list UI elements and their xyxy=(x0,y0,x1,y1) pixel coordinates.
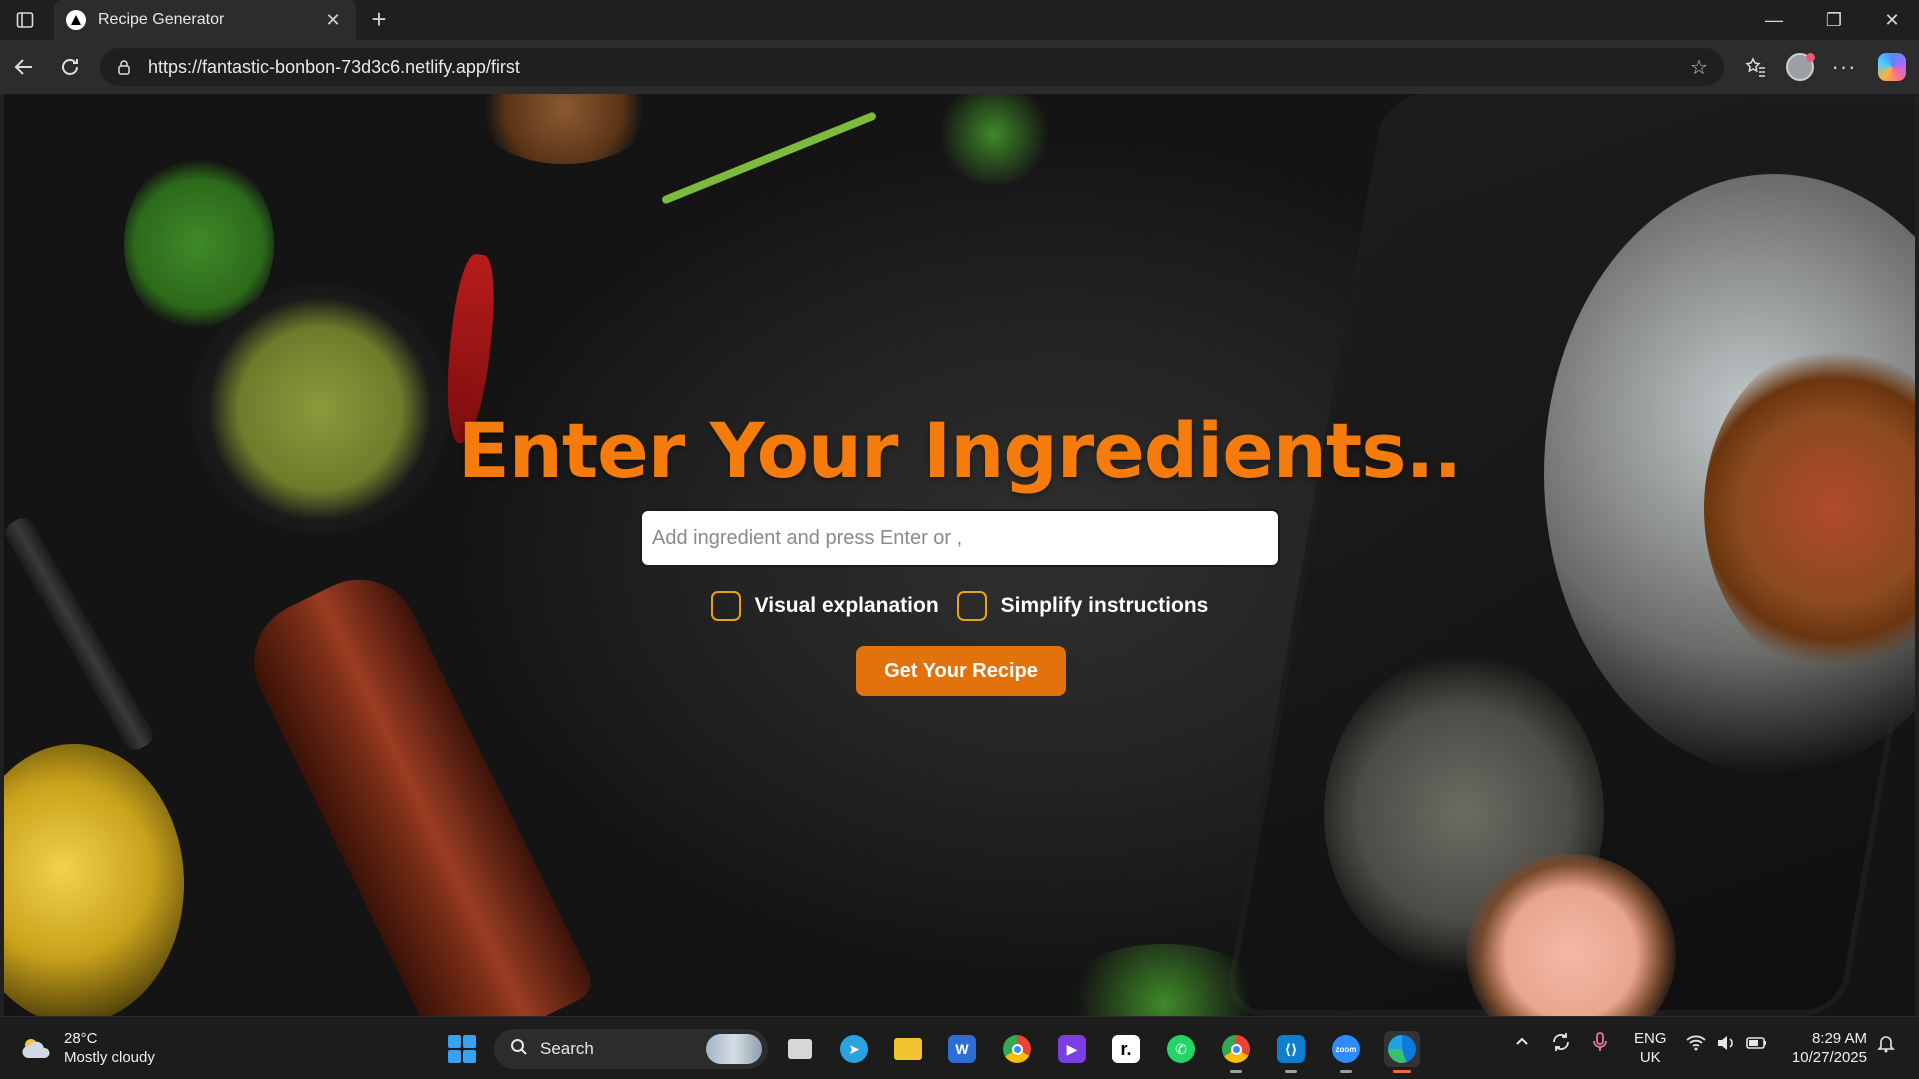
avatar xyxy=(1786,53,1815,81)
language-code: ENG xyxy=(1634,1030,1667,1047)
wifi-icon[interactable] xyxy=(1686,1035,1706,1055)
vscode-button[interactable]: ⟨⟩ xyxy=(1273,1031,1309,1073)
page-title: Enter Your Ingredients.. xyxy=(457,406,1462,495)
whatsapp-button[interactable]: ✆ xyxy=(1163,1031,1199,1067)
visual-explanation-option[interactable]: Visual explanation xyxy=(710,591,939,621)
telegram-icon: ➤ xyxy=(840,1035,868,1063)
whatsapp-icon: ✆ xyxy=(1167,1035,1195,1063)
battery-icon[interactable] xyxy=(1746,1035,1768,1055)
page-viewport: Enter Your Ingredients.. Visual explanat… xyxy=(4,94,1915,1016)
file-explorer-icon xyxy=(894,1038,922,1060)
telegram-button[interactable]: ➤ xyxy=(836,1031,872,1067)
zoom-button[interactable]: zoom xyxy=(1328,1031,1364,1073)
hero-section: Enter Your Ingredients.. Visual explanat… xyxy=(4,94,1915,1016)
edge-button[interactable] xyxy=(1384,1031,1420,1073)
app-r-icon: r. xyxy=(1112,1035,1140,1063)
restore-icon[interactable]: ❐ xyxy=(1814,6,1854,34)
task-view-icon xyxy=(788,1039,812,1059)
plus-icon[interactable]: + xyxy=(365,6,393,34)
address-bar[interactable]: https://fantastic-bonbon-73d3c6.netlify.… xyxy=(100,48,1724,86)
edge-icon xyxy=(1388,1035,1416,1063)
volume-icon[interactable] xyxy=(1716,1035,1736,1055)
clock-time: 8:29 AM xyxy=(1811,1030,1867,1047)
windows-logo-icon xyxy=(448,1035,461,1048)
url-text[interactable]: https://fantastic-bonbon-73d3c6.netlify.… xyxy=(148,57,1686,78)
weather-widget[interactable]: 28°C Mostly cloudy xyxy=(20,1029,155,1067)
sync-icon[interactable] xyxy=(1550,1031,1572,1057)
site-info-icon[interactable] xyxy=(114,57,134,77)
task-view-button[interactable] xyxy=(782,1031,818,1067)
zoom-icon: zoom xyxy=(1332,1035,1360,1063)
running-indicator xyxy=(1285,1070,1297,1073)
close-icon[interactable]: ✕ xyxy=(1872,6,1912,34)
taskbar-search[interactable]: Search xyxy=(494,1029,768,1069)
word-icon: W xyxy=(948,1035,976,1063)
weather-condition: Mostly cloudy xyxy=(64,1049,155,1066)
language-indicator[interactable]: ENG UK xyxy=(1634,1029,1667,1067)
cloudy-weather-icon xyxy=(20,1036,54,1060)
more-options-icon[interactable]: ··· xyxy=(1828,51,1860,83)
notifications-bell-icon[interactable] xyxy=(1876,1033,1896,1057)
browser-toolbar: https://fantastic-bonbon-73d3c6.netlify.… xyxy=(0,40,1919,94)
show-hidden-icons-chevron-up-icon[interactable] xyxy=(1514,1033,1530,1053)
vscode-icon: ⟨⟩ xyxy=(1277,1035,1305,1063)
simplify-instructions-label: Simplify instructions xyxy=(1000,594,1209,617)
running-indicator xyxy=(1340,1070,1352,1073)
chrome-profile-icon xyxy=(1222,1035,1250,1063)
windows-logo-icon xyxy=(463,1050,476,1063)
simplify-instructions-option[interactable]: Simplify instructions xyxy=(956,591,1209,621)
visual-studio-icon: ▶ xyxy=(1058,1035,1086,1063)
weather-temp: 28°C xyxy=(64,1030,98,1047)
windows-logo-icon xyxy=(448,1050,461,1063)
visual-explanation-checkbox[interactable] xyxy=(710,591,741,621)
chrome-profile-button[interactable] xyxy=(1218,1031,1254,1073)
triangle-logo-icon xyxy=(66,10,86,30)
running-indicator xyxy=(1230,1070,1242,1073)
refresh-icon[interactable] xyxy=(54,51,86,83)
notification-dot xyxy=(1806,53,1815,62)
clock-date: 10/27/2025 xyxy=(1791,1049,1867,1066)
word-button[interactable]: W xyxy=(944,1031,980,1067)
tab-actions-button[interactable] xyxy=(12,9,38,31)
close-icon[interactable]: ✕ xyxy=(322,10,344,31)
copilot-icon xyxy=(1878,53,1906,81)
ingredient-input[interactable] xyxy=(640,509,1280,567)
start-button[interactable] xyxy=(448,1035,476,1063)
app-r-button[interactable]: r. xyxy=(1108,1031,1144,1067)
tab-recipe-generator[interactable]: Recipe Generator ✕ xyxy=(54,0,356,40)
options-row: Visual explanation Simplify instructions xyxy=(4,591,1915,621)
profile-button[interactable] xyxy=(1784,51,1816,83)
system-clock[interactable]: 8:29 AM 10/27/2025 xyxy=(1792,1029,1867,1067)
minimize-icon[interactable]: — xyxy=(1754,6,1794,34)
chrome-icon xyxy=(1003,1035,1031,1063)
favorite-star-icon[interactable]: ☆ xyxy=(1686,55,1712,80)
language-region: UK xyxy=(1639,1049,1661,1066)
get-recipe-button[interactable]: Get Your Recipe xyxy=(856,646,1066,696)
visual-studio-button[interactable]: ▶ xyxy=(1054,1031,1090,1067)
search-icon xyxy=(510,1038,528,1061)
chrome-button[interactable] xyxy=(999,1031,1035,1067)
running-indicator xyxy=(1393,1070,1411,1073)
tab-strip: Recipe Generator ✕ + — ❐ ✕ xyxy=(0,0,1919,40)
simplify-instructions-checkbox[interactable] xyxy=(956,591,987,621)
file-explorer-button[interactable] xyxy=(890,1031,926,1067)
sidebar-panel-icon xyxy=(16,12,34,28)
visual-explanation-label: Visual explanation xyxy=(754,594,939,617)
taskbar: 28°C Mostly cloudy Search ➤ W ▶ r. ✆ ⟨⟩ … xyxy=(0,1016,1919,1079)
copilot-button[interactable] xyxy=(1876,51,1908,83)
back-icon[interactable] xyxy=(8,51,40,83)
favorites-icon[interactable] xyxy=(1740,51,1772,83)
search-highlight-image xyxy=(706,1034,762,1064)
search-label: Search xyxy=(540,1039,594,1058)
windows-logo-icon xyxy=(463,1035,476,1048)
microphone-icon[interactable] xyxy=(1592,1031,1608,1057)
tab-title: Recipe Generator xyxy=(98,11,225,28)
